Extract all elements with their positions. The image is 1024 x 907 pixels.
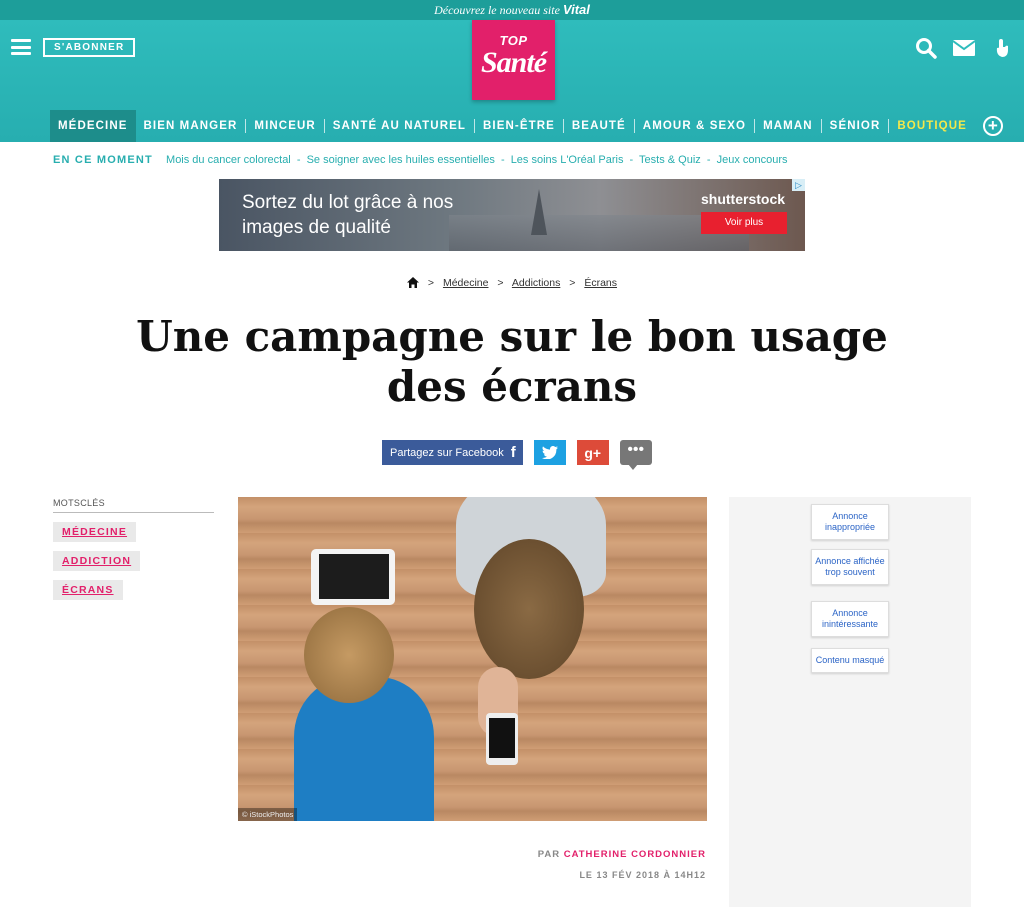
author-link[interactable]: CATHERINE CORDONNIER [564, 849, 706, 860]
subscribe-button[interactable]: S'ABONNER [43, 38, 136, 57]
ad-feedback-option[interactable]: Contenu masqué [811, 648, 889, 673]
main-nav: MÉDECINE BIEN MANGER MINCEUR SANTÉ AU NA… [50, 110, 1003, 142]
girl-hair-image [474, 539, 584, 679]
trending-link[interactable]: Mois du cancer colorectal [166, 154, 291, 166]
trending-separator: - [296, 154, 301, 166]
breadcrumb: > Médecine > Addictions > Écrans [0, 277, 1024, 291]
promo-banner[interactable]: Découvrez le nouveau site Vital [0, 0, 1024, 20]
nav-item-sante-au-naturel[interactable]: SANTÉ AU NATUREL [325, 110, 474, 142]
tablet-image [311, 549, 395, 605]
comment-icon[interactable]: ••• [619, 440, 652, 470]
ad-feedback-panel: Annonce inappropriée Annonce affichée tr… [729, 497, 971, 907]
ad-cta-button[interactable]: Voir plus [701, 212, 787, 234]
adchoices-icon[interactable]: ▷ [792, 179, 805, 191]
menu-icon[interactable] [11, 39, 31, 55]
ad-brand-logo: shutterstock [701, 191, 786, 207]
google-plus-share-button[interactable]: g+ [576, 440, 609, 465]
eiffel-tower-image [531, 189, 547, 235]
nav-item-senior[interactable]: SÉNIOR [822, 110, 889, 142]
trending-separator: - [629, 154, 634, 166]
keyword-tag[interactable]: ADDICTION [53, 551, 141, 571]
ad-headline: Sortez du lot grâce à nos images de qual… [242, 190, 453, 240]
trending-separator: - [706, 154, 711, 166]
photo-credit: © iStockPhotos [238, 808, 298, 821]
boy-head-image [304, 607, 394, 703]
breadcrumb-link[interactable]: Médecine [443, 277, 489, 289]
keywords-heading: MOTSCLÉS [53, 498, 214, 513]
ad-headline-line2: images de qualité [242, 217, 391, 238]
logo-top-text: TOP [499, 33, 528, 48]
google-plus-icon: g+ [584, 444, 602, 461]
facebook-share-button[interactable]: Partagez sur Facebook f [382, 440, 523, 465]
twitter-share-button[interactable] [533, 440, 566, 465]
ad-feedback-option[interactable]: Annonce affichée trop souvent [811, 549, 889, 585]
breadcrumb-separator: > [497, 277, 504, 289]
trending-label: EN CE MOMENT [53, 154, 153, 166]
breadcrumb-separator: > [569, 277, 576, 289]
keyword-tag[interactable]: ÉCRANS [53, 580, 123, 600]
promo-text: Découvrez le nouveau site [434, 3, 560, 17]
ad-headline-line1: Sortez du lot grâce à nos [242, 192, 454, 213]
nav-item-beaute[interactable]: BEAUTÉ [564, 110, 634, 142]
twitter-icon [541, 446, 558, 459]
site-logo[interactable]: TOP Santé [472, 20, 555, 100]
nav-item-boutique[interactable]: BOUTIQUE [889, 110, 975, 142]
share-bar: Partagez sur Facebook f g+ ••• [382, 440, 652, 470]
breadcrumb-link[interactable]: Écrans [584, 277, 617, 289]
publish-date: LE 13 FÉV 2018 À 14H12 [579, 870, 706, 880]
logo-main-text: Santé [480, 46, 547, 79]
keyword-tag[interactable]: MÉDECINE [53, 522, 137, 542]
nav-item-bien-etre[interactable]: BIEN-ÊTRE [475, 110, 563, 142]
smartphone-image [486, 713, 518, 765]
nav-item-minceur[interactable]: MINCEUR [246, 110, 323, 142]
article-title: Une campagne sur le bon usage des écrans [136, 312, 888, 411]
trending-link[interactable]: Jeux concours [717, 154, 788, 166]
nav-item-medecine[interactable]: MÉDECINE [50, 110, 136, 142]
trending-link[interactable]: Se soigner avec les huiles essentielles [307, 154, 495, 166]
facebook-share-label: Partagez sur Facebook [390, 446, 504, 459]
nav-item-maman[interactable]: MAMAN [755, 110, 821, 142]
nav-item-amour-sexo[interactable]: AMOUR & SEXO [635, 110, 754, 142]
plus-circle-icon[interactable]: + [982, 116, 1003, 136]
trending-bar: EN CE MOMENT Mois du cancer colorectal -… [53, 154, 788, 166]
trending-separator: - [500, 154, 505, 166]
promo-brand: Vital [562, 2, 590, 17]
mail-icon[interactable] [952, 37, 976, 59]
breadcrumb-link[interactable]: Addictions [512, 277, 560, 289]
article-photo: © iStockPhotos [238, 497, 707, 821]
ad-feedback-option[interactable]: Annonce inappropriée [811, 504, 889, 540]
keywords-panel: MOTSCLÉS MÉDECINE ADDICTION ÉCRANS [53, 498, 214, 600]
touch-icon[interactable] [990, 37, 1014, 59]
trending-link[interactable]: Tests & Quiz [639, 154, 701, 166]
ad-feedback-option[interactable]: Annonce inintéressante [811, 601, 889, 637]
byline-prefix: PAR [537, 849, 561, 860]
site-header: S'ABONNER TOP Santé MÉDECINE BIEN MANGER… [0, 20, 1024, 142]
home-icon[interactable] [406, 277, 419, 291]
facebook-icon: f [510, 444, 516, 461]
search-icon[interactable] [914, 37, 938, 59]
breadcrumb-separator: > [427, 277, 435, 289]
nav-item-bien-manger[interactable]: BIEN MANGER [136, 110, 246, 142]
article-byline: PAR CATHERINE CORDONNIER LE 13 FÉV 2018 … [538, 849, 706, 880]
trending-link[interactable]: Les soins L'Oréal Paris [511, 154, 624, 166]
ad-banner[interactable]: Sortez du lot grâce à nos images de qual… [219, 179, 805, 251]
